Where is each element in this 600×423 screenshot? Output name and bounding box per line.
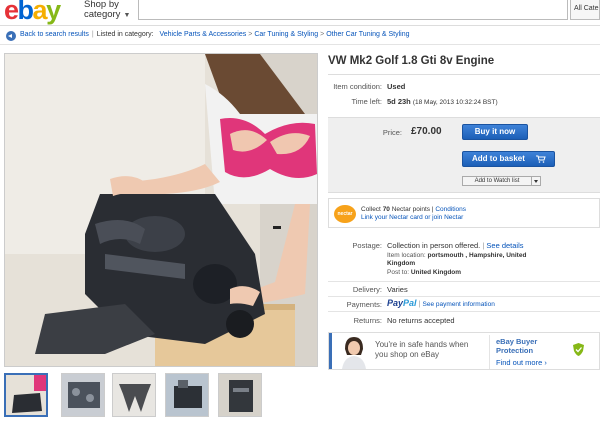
item-location-label: Item location: xyxy=(387,252,426,259)
payments-label: Payments: xyxy=(346,300,382,309)
post-to-value: United Kingdom xyxy=(410,269,462,276)
protection-message: You're in safe hands when you shop on eB… xyxy=(375,340,468,360)
support-agent-image xyxy=(339,335,369,369)
breadcrumb-link-car-tuning[interactable]: Car Tuning & Styling xyxy=(254,31,318,38)
thumbnail-3[interactable] xyxy=(112,373,156,417)
paypal-logo: PayPal xyxy=(387,298,417,308)
category-label: category xyxy=(84,9,121,20)
watch-list-dropdown-icon[interactable] xyxy=(532,176,541,186)
listed-in-label: Listed in category: xyxy=(96,31,154,38)
time-left-value: 5d 23h (18 May, 2013 10:32:24 BST) xyxy=(387,97,498,106)
main-item-photo[interactable] xyxy=(4,53,318,367)
post-to-label: Post to: xyxy=(387,269,410,276)
breadcrumb-link-vehicle-parts[interactable]: Vehicle Parts & Accessories xyxy=(159,31,246,38)
protection-title-line-2: Protection xyxy=(496,346,534,355)
protection-line-2: you shop on eBay xyxy=(375,350,440,359)
divider xyxy=(328,281,600,282)
breadcrumb-bar: Back to search results | Listed in categor… xyxy=(0,27,600,45)
logo-letter-e: e xyxy=(4,0,19,25)
condition-label: Item condition: xyxy=(333,82,382,91)
delivery-label: Delivery: xyxy=(352,285,382,294)
add-to-basket-label: Add to basket xyxy=(472,154,525,163)
payments-value: PayPal | See payment information xyxy=(387,298,495,308)
protection-cta[interactable]: eBay Buyer Protection Find out more › xyxy=(489,335,599,369)
thumbnail-strip xyxy=(4,373,274,419)
time-left-label: Time left: xyxy=(351,97,382,106)
engine-photo-illustration xyxy=(5,54,317,366)
nectar-join-link[interactable]: Link your Nectar card or join Nectar xyxy=(361,214,466,222)
breadcrumb-link-other-tuning[interactable]: Other Car Tuning & Styling xyxy=(326,31,409,38)
item-title: VW Mk2 Golf 1.8 Gti 8v Engine xyxy=(328,55,495,67)
thumbnail-2[interactable] xyxy=(61,373,105,417)
avatar xyxy=(339,335,369,369)
breadcrumb-arrow: > xyxy=(248,31,253,38)
nectar-panel: nectar Collect 70 Nectar points | Condit… xyxy=(328,198,600,228)
postage-text: Collection in person offered. xyxy=(387,241,481,250)
add-to-watch-list-button[interactable]: Add to Watch list xyxy=(462,176,532,186)
add-to-basket-button[interactable]: Add to basket xyxy=(462,151,555,167)
post-to: Post to: United Kingdom xyxy=(387,269,461,276)
see-details-link[interactable]: See details xyxy=(486,241,523,250)
condition-value: Used xyxy=(387,82,406,91)
chevron-down-icon: ▼ xyxy=(123,12,131,19)
divider xyxy=(328,296,600,297)
item-location-value: portsmouth , Hampshire, United xyxy=(427,252,527,259)
protection-title-line-1: eBay Buyer xyxy=(496,337,538,346)
time-left-end: (18 May, 2013 10:32:24 BST) xyxy=(412,99,498,106)
payments-separator: | xyxy=(418,301,421,308)
price-label: Price: xyxy=(382,128,402,137)
paypal-logo-pay: Pay xyxy=(387,298,404,308)
search-input[interactable] xyxy=(138,0,568,20)
buy-it-now-button[interactable]: Buy it now xyxy=(462,124,528,140)
breadcrumb-arrow: > xyxy=(320,31,325,38)
paypal-logo-pal: Pal xyxy=(403,298,417,308)
postage-separator: | xyxy=(482,241,485,250)
find-out-more-link[interactable]: Find out more › xyxy=(496,358,547,367)
price-value: £70.00 xyxy=(411,126,442,137)
returns-label: Returns: xyxy=(353,316,382,325)
back-to-results-link[interactable]: Back to search results xyxy=(20,31,89,38)
protection-line-1: You're in safe hands when xyxy=(375,340,469,349)
divider xyxy=(328,311,600,312)
shop-by-category-button[interactable]: Shop by category ▼ xyxy=(84,0,130,21)
time-left-duration: 5d 23h xyxy=(387,97,411,106)
breadcrumb: Back to search results | Listed in categor… xyxy=(20,31,410,38)
site-header: ebay Shop by category ▼ All Cate xyxy=(0,0,600,26)
nectar-mid: Nectar points | xyxy=(389,206,436,213)
logo-letter-a: a xyxy=(32,0,48,25)
nectar-conditions-link[interactable]: Conditions xyxy=(435,206,466,213)
nectar-collect: Collect xyxy=(361,206,383,213)
thumbnail-5[interactable] xyxy=(218,373,262,417)
nectar-points: 70 xyxy=(382,206,390,213)
cart-icon xyxy=(536,155,546,163)
logo-letter-b: b xyxy=(17,0,35,25)
breadcrumb-separator: | xyxy=(91,31,94,38)
postage-label: Postage: xyxy=(352,241,382,250)
buyer-protection-banner[interactable]: You're in safe hands when you shop on eB… xyxy=(328,332,600,370)
protection-title: eBay Buyer Protection xyxy=(496,337,537,355)
returns-value: No returns accepted xyxy=(387,316,455,325)
back-arrow-icon[interactable] xyxy=(6,31,16,41)
delivery-value: Varies xyxy=(387,285,408,294)
item-location-value-2: Kingdom xyxy=(387,260,416,267)
ebay-logo[interactable]: ebay xyxy=(4,0,61,25)
item-location: Item location: portsmouth , Hampshire, U… xyxy=(387,252,526,259)
payment-info-link[interactable]: See payment information xyxy=(423,301,495,308)
shield-icon xyxy=(573,343,584,356)
title-divider xyxy=(328,74,600,75)
thumbnail-4[interactable] xyxy=(165,373,209,417)
logo-letter-y: y xyxy=(46,0,61,25)
banner-accent xyxy=(329,333,332,369)
thumbnail-1[interactable] xyxy=(4,373,48,417)
nectar-logo-icon: nectar xyxy=(334,205,356,223)
price-panel: Price: £70.00 Buy it now Add to basket A… xyxy=(328,117,600,193)
postage-value: Collection in person offered. | See deta… xyxy=(387,241,524,250)
category-select[interactable]: All Cate xyxy=(570,0,600,20)
nectar-text: Collect 70 Nectar points | Conditions Li… xyxy=(361,206,466,222)
